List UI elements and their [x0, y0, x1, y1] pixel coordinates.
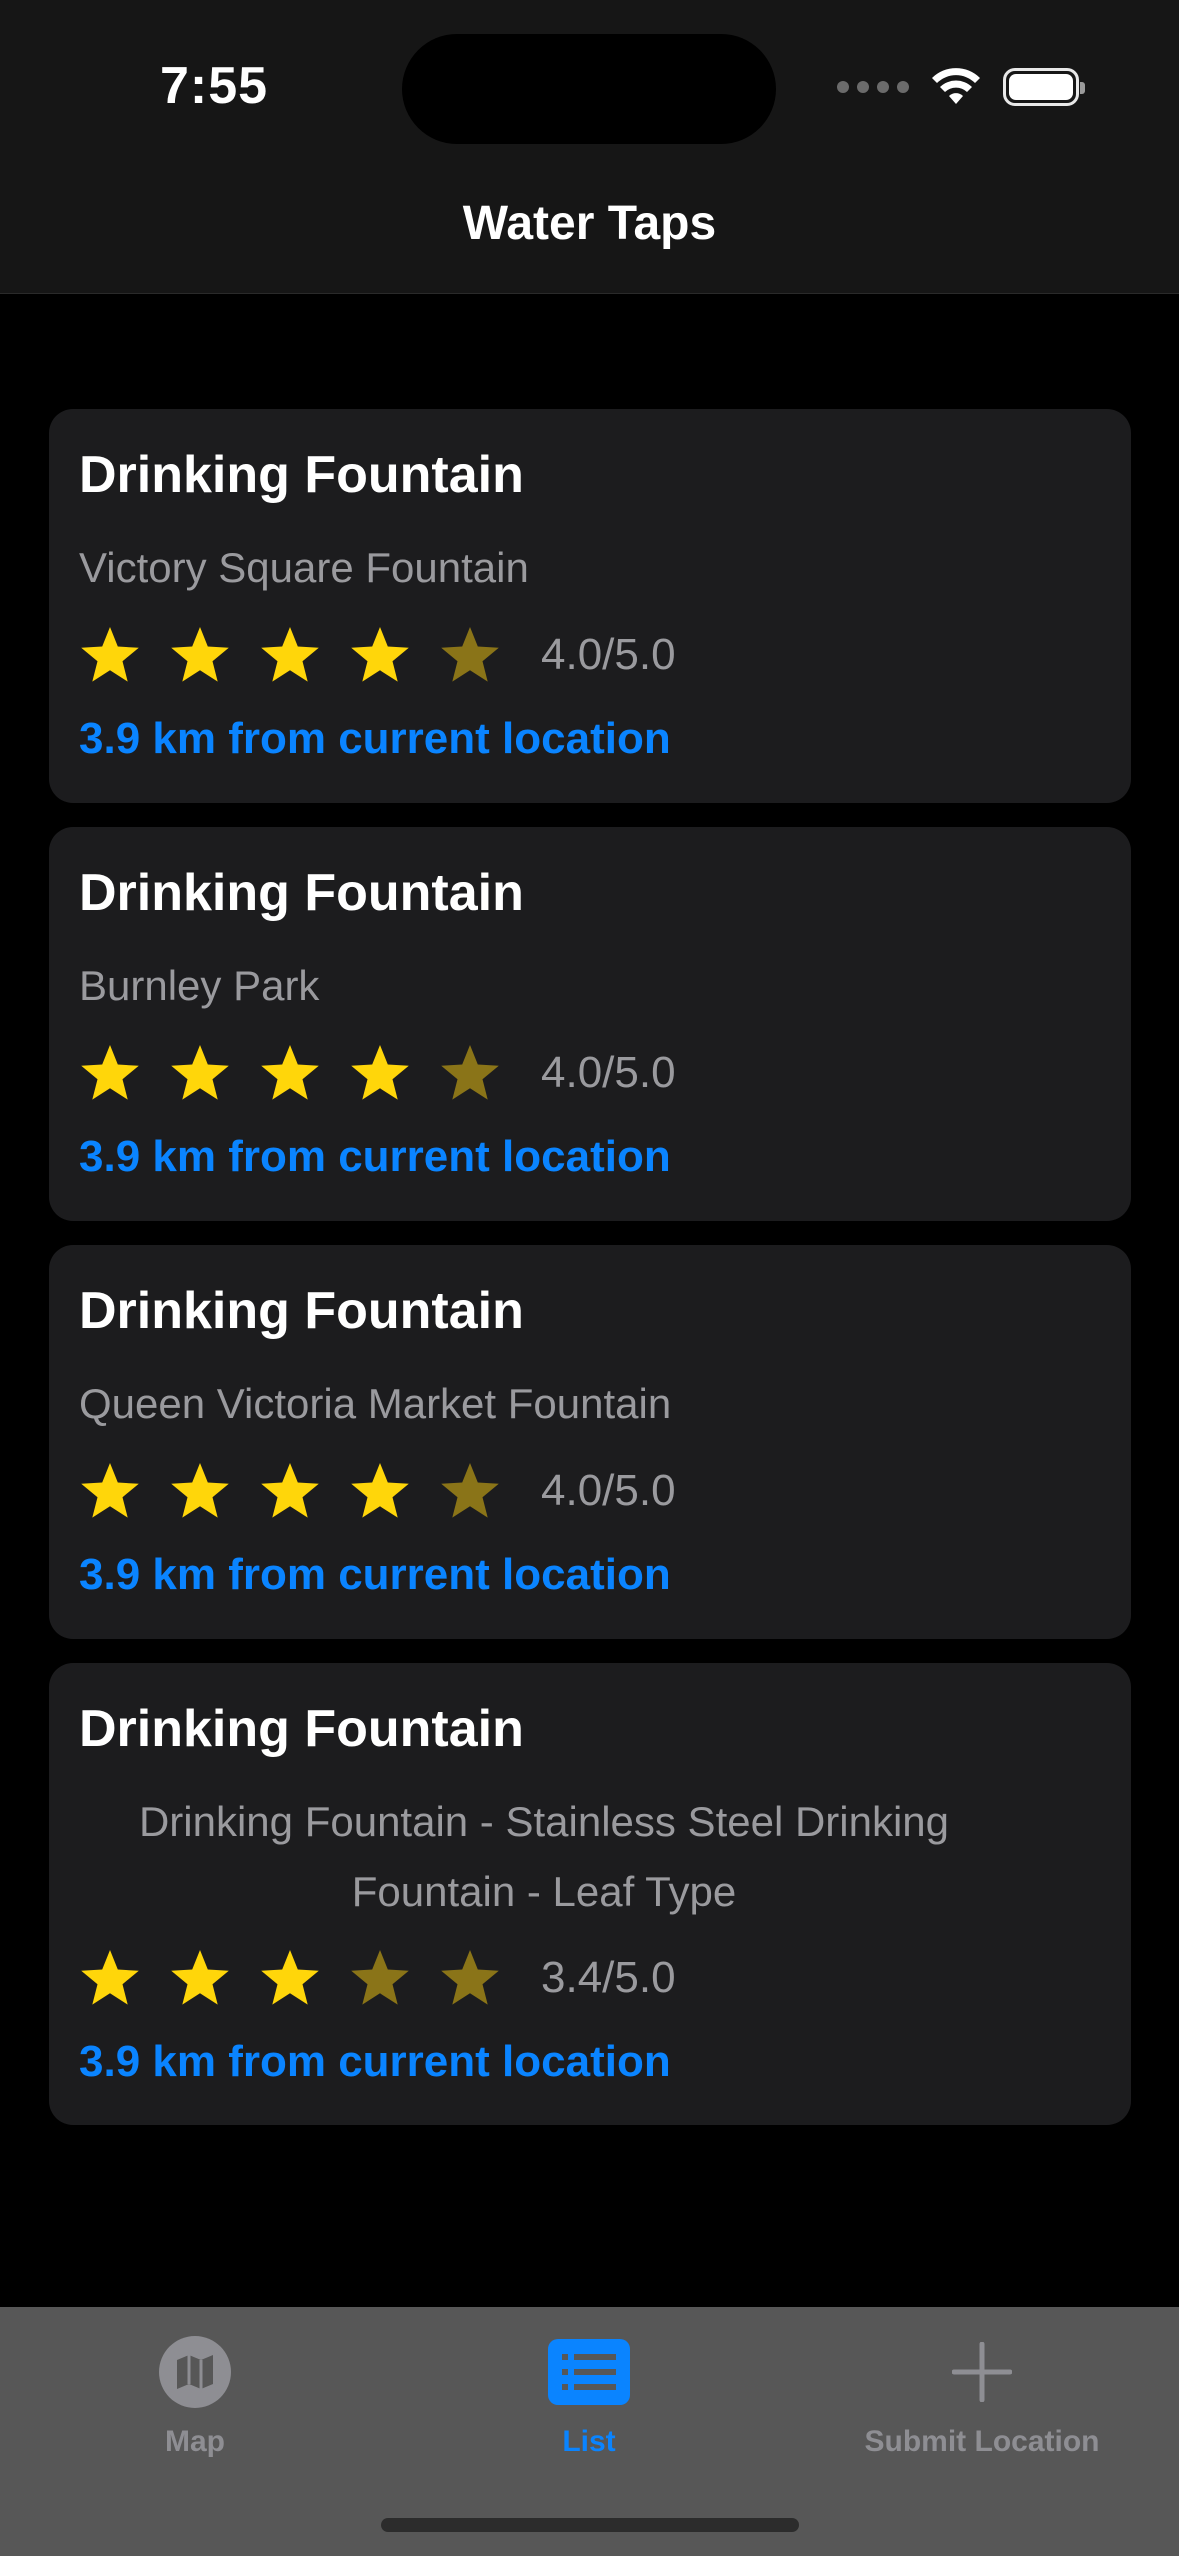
star-full-icon [171, 1045, 229, 1100]
card-subtitle-line: Fountain - Leaf Type [351, 1868, 737, 1915]
tab-submit-location[interactable]: Submit Location [832, 2327, 1132, 2459]
star-full-icon [261, 1950, 319, 2005]
tab-list[interactable]: List [439, 2327, 739, 2459]
map-icon [45, 2327, 345, 2417]
wifi-icon [931, 68, 981, 106]
home-indicator [381, 2518, 799, 2532]
card-title: Drinking Fountain [79, 864, 524, 922]
star-full-icon [81, 1950, 139, 2005]
rating-text: 4.0/5.0 [541, 630, 676, 679]
card-subtitle: Drinking Fountain - Stainless Steel Drin… [79, 1787, 1009, 1927]
star-rating: 3.4/5.0 [79, 1947, 676, 2009]
fountain-card[interactable]: Drinking Fountain Queen Victoria Market … [49, 1245, 1131, 1639]
fountain-card[interactable]: Drinking Fountain Victory Square Fountai… [49, 409, 1131, 803]
star-rating: 4.0/5.0 [79, 1042, 676, 1104]
distance-label: 3.9 km from current location [79, 1132, 671, 1181]
star-rating: 4.0/5.0 [79, 1460, 676, 1522]
star-full-icon [171, 1950, 229, 2005]
star-empty-icon [351, 1950, 409, 2005]
star-full-icon [261, 1045, 319, 1100]
star-full-icon [171, 627, 229, 682]
card-title: Drinking Fountain [79, 1282, 524, 1340]
star-empty-icon [441, 1950, 499, 2005]
card-title: Drinking Fountain [79, 446, 524, 504]
star-empty-icon [441, 1463, 499, 1518]
star-full-icon [351, 1045, 409, 1100]
fountain-card[interactable]: Drinking Fountain Burnley Park 4.0/5.0 3… [49, 827, 1131, 1221]
page-title: Water Taps [462, 197, 717, 250]
header: 7:55 Water Taps [0, 0, 1179, 294]
star-full-icon [261, 627, 319, 682]
battery-icon [1003, 68, 1085, 106]
tab-label: Map [165, 2425, 225, 2458]
tab-map[interactable]: Map [45, 2327, 345, 2459]
card-subtitle-line: Drinking Fountain - Stainless Steel Drin… [138, 1798, 950, 1845]
card-subtitle: Victory Square Fountain [79, 544, 529, 591]
fountain-card[interactable]: Drinking Fountain Drinking Fountain - St… [49, 1663, 1131, 2125]
tab-label: Submit Location [864, 2425, 1100, 2458]
rating-text: 3.4/5.0 [541, 1953, 676, 2002]
stars [79, 1947, 529, 2009]
cellular-signal-icon [837, 81, 909, 93]
star-full-icon [81, 1463, 139, 1518]
star-full-icon [261, 1463, 319, 1518]
stars [79, 1042, 529, 1104]
status-icons [837, 62, 1085, 112]
star-full-icon [351, 1463, 409, 1518]
star-rating: 4.0/5.0 [79, 624, 676, 686]
list-icon [439, 2327, 739, 2417]
star-empty-icon [441, 1045, 499, 1100]
star-full-icon [171, 1463, 229, 1518]
distance-label: 3.9 km from current location [79, 714, 671, 763]
plus-icon [832, 2327, 1132, 2417]
status-time: 7:55 [160, 57, 269, 115]
rating-text: 4.0/5.0 [541, 1466, 676, 1515]
card-subtitle: Burnley Park [79, 962, 320, 1009]
card-subtitle: Queen Victoria Market Fountain [79, 1380, 672, 1427]
star-full-icon [81, 627, 139, 682]
dynamic-island [402, 34, 776, 144]
stars [79, 624, 529, 686]
card-title: Drinking Fountain [79, 1700, 524, 1758]
distance-label: 3.9 km from current location [79, 1550, 671, 1599]
distance-label: 3.9 km from current location [79, 2037, 671, 2086]
tab-label: List [562, 2425, 616, 2458]
star-full-icon [351, 627, 409, 682]
star-full-icon [81, 1045, 139, 1100]
stars [79, 1460, 529, 1522]
screen: 7:55 Water Taps Drinking Fountain Victor… [0, 0, 1179, 2556]
star-empty-icon [441, 627, 499, 682]
rating-text: 4.0/5.0 [541, 1048, 676, 1097]
